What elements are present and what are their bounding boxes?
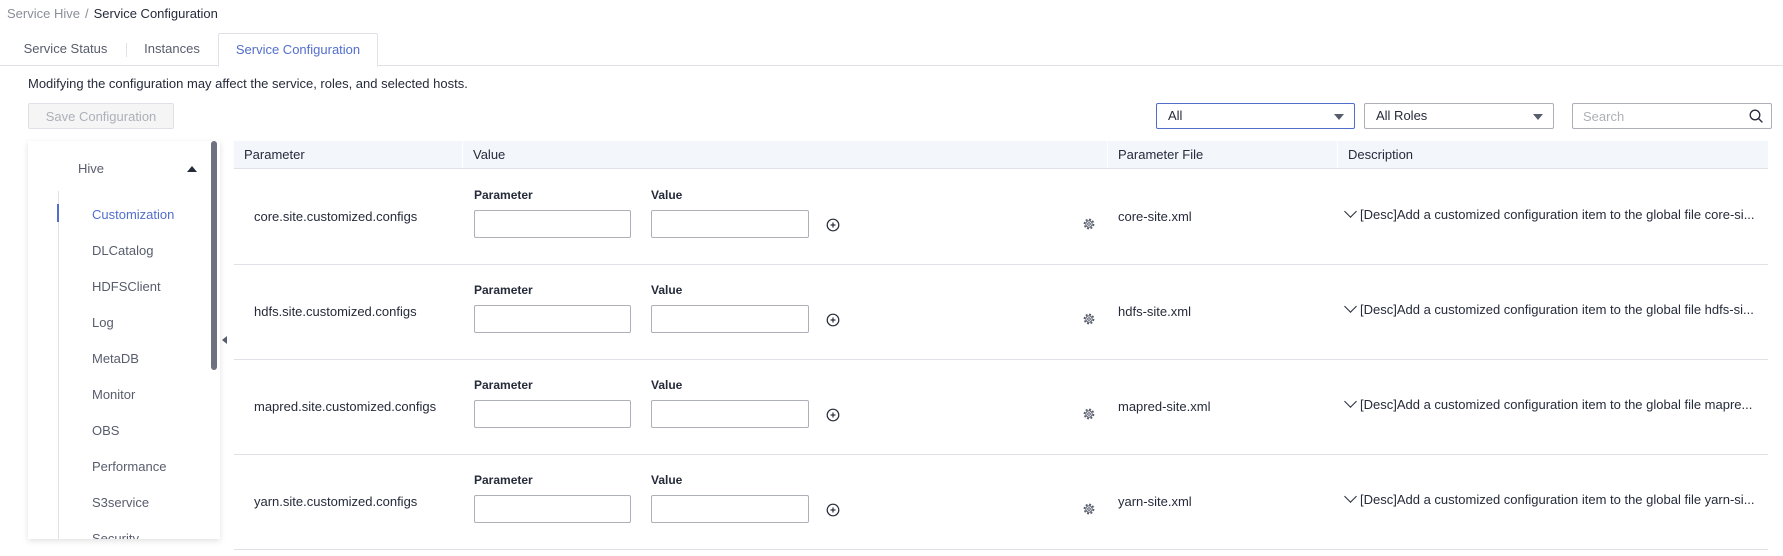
tab-bar: Service Status Instances Service Configu… [0,33,1783,67]
header-description: Description [1348,147,1414,162]
sidebar-item-log[interactable]: Log [92,315,114,330]
parameter-name: yarn.site.customized.configs [254,494,418,509]
description-text: [Desc]Add a customized configuration ite… [1360,397,1753,412]
description-text: [Desc]Add a customized configuration ite… [1360,492,1755,507]
tab-service-configuration[interactable]: Service Configuration [218,33,378,67]
custom-parameter-input[interactable] [474,305,631,333]
filter-select[interactable]: All [1156,103,1355,129]
chevron-down-icon[interactable] [1344,490,1357,503]
breadcrumb-separator: / [84,6,89,21]
chevron-down-icon[interactable] [1344,395,1357,408]
add-circle-icon[interactable] [826,218,840,232]
sub-parameter-label: Parameter [474,378,533,392]
sub-value-label: Value [651,473,683,487]
add-circle-icon[interactable] [826,313,840,327]
sidebar-scrollbar[interactable] [211,141,217,370]
sidebar-item-metadb[interactable]: MetaDB [92,351,139,366]
description[interactable]: [Desc]Add a customized configuration ite… [1344,300,1754,317]
roles-select-value: All Roles [1376,108,1428,123]
chevron-down-icon[interactable] [1344,300,1357,313]
search-box [1572,103,1772,129]
description-text: [Desc]Add a customized configuration ite… [1360,302,1754,317]
add-circle-icon[interactable] [826,503,840,517]
header-divider [1107,141,1108,168]
gear-icon[interactable] [1082,312,1096,326]
config-warning-notice: Modifying the configuration may affect t… [28,76,468,91]
parameter-name: core.site.customized.configs [254,209,418,224]
save-configuration-button[interactable]: Save Configuration [28,103,174,129]
custom-value-input[interactable] [651,210,809,238]
parameter-name: mapred.site.customized.configs [254,399,437,414]
breadcrumb: Service Hive / Service Configuration [7,6,218,21]
sidebar-tree-line [58,191,59,539]
table-row: core.site.customized.configs Parameter V… [234,169,1768,265]
custom-parameter-input[interactable] [474,400,631,428]
search-input[interactable] [1583,108,1743,124]
header-value: Value [473,147,506,162]
tab-instances[interactable]: Instances [132,33,212,65]
sidebar-item-hdfsclient[interactable]: HDFSClient [92,279,161,294]
header-parameter: Parameter [244,147,305,162]
custom-parameter-input[interactable] [474,210,631,238]
description-text: [Desc]Add a customized configuration ite… [1360,207,1755,222]
sidebar-item-customization[interactable]: Customization [92,207,174,222]
gear-icon[interactable] [1082,407,1096,421]
table-row: mapred.site.customized.configs Parameter… [234,359,1768,455]
description[interactable]: [Desc]Add a customized configuration ite… [1344,490,1755,507]
custom-value-input[interactable] [651,495,809,523]
table-row: hdfs.site.customized.configs Parameter V… [234,264,1768,360]
description[interactable]: [Desc]Add a customized configuration ite… [1344,395,1753,412]
collapse-sidebar-icon[interactable] [222,336,227,344]
search-icon[interactable] [1749,109,1763,123]
parameter-file: hdfs-site.xml [1118,304,1191,319]
parameter-file: core-site.xml [1118,209,1192,224]
caret-up-icon[interactable] [187,166,197,172]
breadcrumb-service-hive[interactable]: Service Hive [7,6,80,21]
sidebar-item-s3service[interactable]: S3service [92,495,149,510]
parameter-file: yarn-site.xml [1118,494,1192,509]
gear-icon[interactable] [1082,502,1096,516]
parameter-file: mapred-site.xml [1118,399,1211,414]
custom-value-input[interactable] [651,305,809,333]
header-divider [462,141,463,168]
sidebar-item-monitor[interactable]: Monitor [92,387,135,402]
sidebar-item-security[interactable]: Security [92,531,139,539]
config-category-sidebar: Hive Customization DLCatalog HDFSClient … [28,141,220,539]
description[interactable]: [Desc]Add a customized configuration ite… [1344,205,1755,222]
sidebar-item-dlcatalog[interactable]: DLCatalog [92,243,153,258]
sub-parameter-label: Parameter [474,473,533,487]
chevron-down-icon[interactable] [1344,205,1357,218]
gear-icon[interactable] [1082,217,1096,231]
table-row: yarn.site.customized.configs Parameter V… [234,454,1768,550]
sub-value-label: Value [651,378,683,392]
custom-parameter-input[interactable] [474,495,631,523]
sub-value-label: Value [651,188,683,202]
parameter-name: hdfs.site.customized.configs [254,304,417,319]
tab-service-status[interactable]: Service Status [13,33,118,65]
sub-value-label: Value [651,283,683,297]
table-header: Parameter Value Parameter File Descripti… [234,141,1768,169]
breadcrumb-current: Service Configuration [93,6,218,21]
add-circle-icon[interactable] [826,408,840,422]
sub-parameter-label: Parameter [474,283,533,297]
sidebar-group-hive[interactable]: Hive [78,161,104,176]
sidebar-item-performance[interactable]: Performance [92,459,166,474]
sidebar-item-obs[interactable]: OBS [92,423,119,438]
chevron-down-icon [1334,114,1344,120]
tab-divider [126,43,127,57]
header-divider [1337,141,1338,168]
filter-select-value: All [1168,108,1183,123]
chevron-down-icon [1533,114,1543,120]
roles-select[interactable]: All Roles [1364,103,1554,129]
sub-parameter-label: Parameter [474,188,533,202]
custom-value-input[interactable] [651,400,809,428]
header-parameter-file: Parameter File [1118,147,1204,162]
sidebar-active-indicator [57,204,59,222]
